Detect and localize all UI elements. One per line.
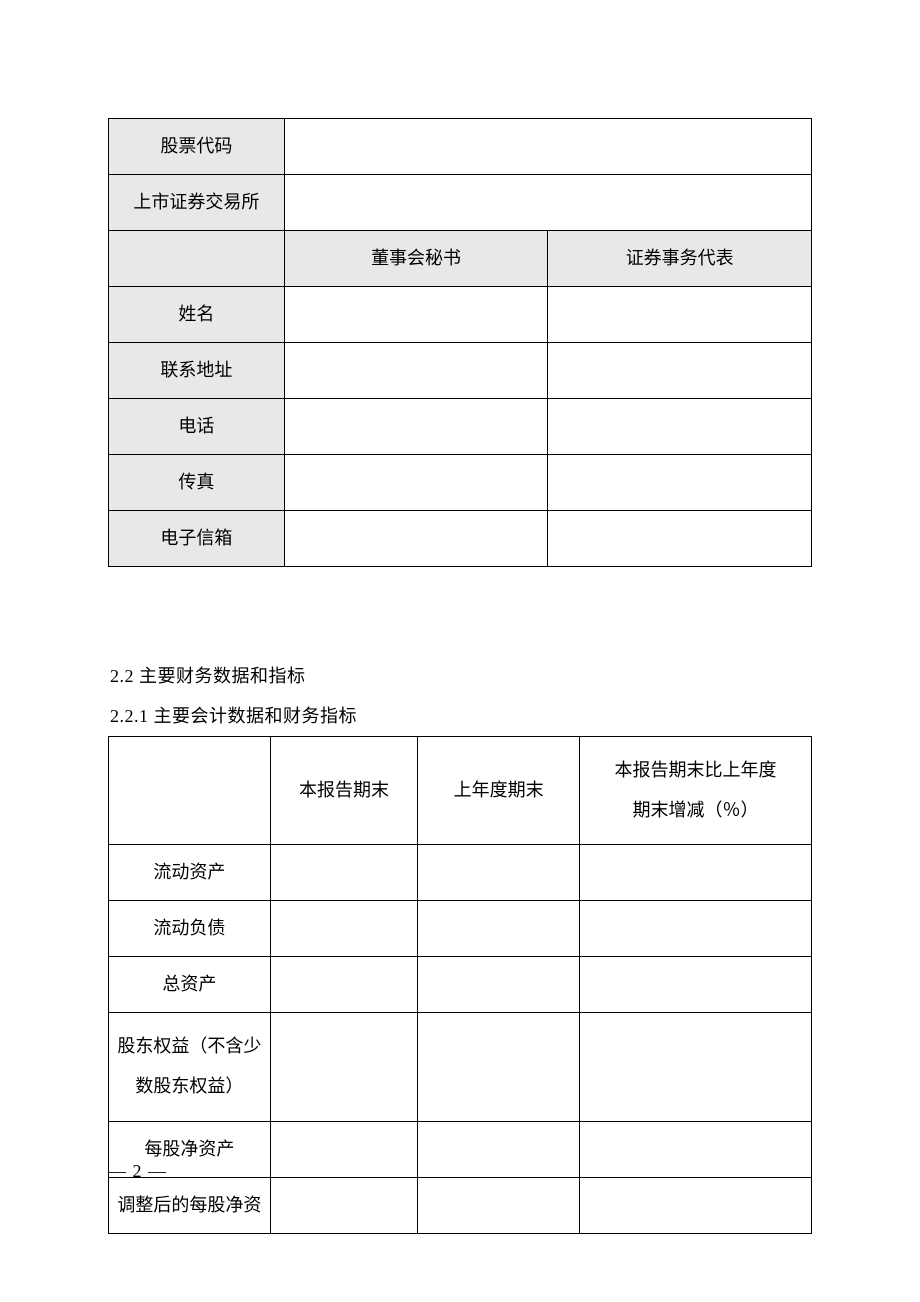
cell-empty: [270, 845, 418, 901]
cell-empty: [418, 1013, 580, 1121]
col-header-secretary: 董事会秘书: [284, 231, 548, 287]
cell-empty: [284, 511, 548, 567]
heading-2-2: 2.2 主要财务数据和指标: [108, 657, 812, 697]
table-row: 调整后的每股净资: [109, 1177, 812, 1233]
cell-empty: [284, 287, 548, 343]
row-label-current-assets: 流动资产: [109, 845, 271, 901]
row-label-stock-code: 股票代码: [109, 119, 285, 175]
table-row: 传真: [109, 455, 812, 511]
col-header-rep: 证券事务代表: [548, 231, 812, 287]
table-row: 总资产: [109, 957, 812, 1013]
cell-empty: [270, 901, 418, 957]
row-label-fax: 传真: [109, 455, 285, 511]
cell-empty: [284, 455, 548, 511]
cell-empty: [270, 1121, 418, 1177]
cell-empty: [580, 1177, 812, 1233]
cell-empty: [109, 231, 285, 287]
col-header-change-line1: 本报告期末比上年度: [615, 760, 777, 780]
col-header-prev: 上年度期末: [418, 737, 580, 845]
financial-data-table: 本报告期末 上年度期末 本报告期末比上年度 期末增减（％） 流动资产 流动负债 …: [108, 736, 812, 1233]
table-row: 本报告期末 上年度期末 本报告期末比上年度 期末增减（％）: [109, 737, 812, 845]
cell-empty: [418, 1121, 580, 1177]
cell-empty: [548, 511, 812, 567]
cell-empty: [580, 957, 812, 1013]
cell-empty: [548, 455, 812, 511]
cell-empty: [270, 957, 418, 1013]
cell-empty: [548, 343, 812, 399]
row-label-email: 电子信箱: [109, 511, 285, 567]
cell-empty: [284, 119, 811, 175]
cell-empty: [548, 287, 812, 343]
cell-empty: [580, 1013, 812, 1121]
page-number: — 2 —: [108, 1161, 167, 1182]
table-row: 电话: [109, 399, 812, 455]
table-row: 上市证券交易所: [109, 175, 812, 231]
row-label-total-assets: 总资产: [109, 957, 271, 1013]
heading-2-2-1: 2.2.1 主要会计数据和财务指标: [108, 697, 812, 737]
row-label-address: 联系地址: [109, 343, 285, 399]
col-header-current: 本报告期末: [270, 737, 418, 845]
table-row: 流动资产: [109, 845, 812, 901]
cell-empty: [580, 845, 812, 901]
cell-empty: [109, 737, 271, 845]
col-header-change: 本报告期末比上年度 期末增减（％）: [580, 737, 812, 845]
row-label-current-liabilities: 流动负债: [109, 901, 271, 957]
table-row: 联系地址: [109, 343, 812, 399]
row-label-phone: 电话: [109, 399, 285, 455]
cell-empty: [548, 399, 812, 455]
row-label-equity: 股东权益（不含少 数股东权益）: [109, 1013, 271, 1121]
cell-empty: [284, 343, 548, 399]
row-label-exchange: 上市证券交易所: [109, 175, 285, 231]
cell-empty: [270, 1177, 418, 1233]
row-label-name: 姓名: [109, 287, 285, 343]
cell-empty: [418, 845, 580, 901]
cell-empty: [418, 957, 580, 1013]
cell-empty: [418, 901, 580, 957]
table-row: 流动负债: [109, 901, 812, 957]
table-row: 每股净资产: [109, 1121, 812, 1177]
cell-empty: [418, 1177, 580, 1233]
table-row: 董事会秘书 证券事务代表: [109, 231, 812, 287]
row-label-equity-line1: 股东权益（不含少: [117, 1036, 261, 1056]
cell-empty: [284, 399, 548, 455]
row-label-adjusted-nav: 调整后的每股净资: [109, 1177, 271, 1233]
table-row: 股东权益（不含少 数股东权益）: [109, 1013, 812, 1121]
cell-empty: [580, 901, 812, 957]
cell-empty: [284, 175, 811, 231]
cell-empty: [580, 1121, 812, 1177]
row-label-equity-line2: 数股东权益）: [135, 1076, 243, 1096]
table-row: 电子信箱: [109, 511, 812, 567]
table-row: 姓名: [109, 287, 812, 343]
table-row: 股票代码: [109, 119, 812, 175]
col-header-change-line2: 期末增减（％）: [633, 800, 759, 820]
company-info-table: 股票代码 上市证券交易所 董事会秘书 证券事务代表 姓名 联系地址 电话 传真 …: [108, 118, 812, 567]
cell-empty: [270, 1013, 418, 1121]
